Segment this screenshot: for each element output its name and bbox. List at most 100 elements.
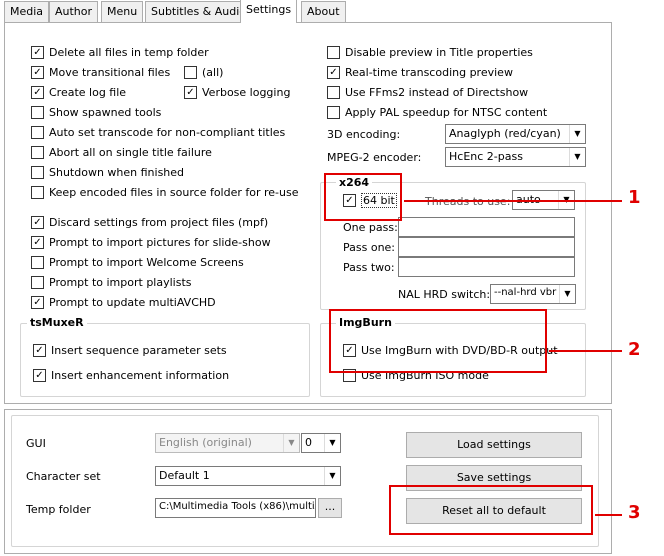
select-gui-number[interactable]: 0 ▼ bbox=[301, 433, 341, 453]
checkbox[interactable] bbox=[31, 186, 44, 199]
option-delete-temp[interactable]: ✓ Delete all files in temp folder bbox=[31, 45, 209, 60]
checkbox[interactable]: ✓ bbox=[33, 369, 46, 382]
option-label: Use FFms2 instead of Directshow bbox=[345, 86, 529, 99]
select-3d-encoding[interactable]: Anaglyph (red/cyan) ▼ bbox=[445, 124, 586, 144]
option-label: Delete all files in temp folder bbox=[49, 46, 209, 59]
option-discard-settings[interactable]: ✓ Discard settings from project files (mp… bbox=[31, 215, 268, 230]
select-nal-hrd[interactable]: --nal-hrd vbr ▼ bbox=[490, 284, 576, 304]
checkbox[interactable]: ✓ bbox=[31, 236, 44, 249]
browse-button[interactable]: ... bbox=[318, 498, 342, 518]
checkbox[interactable] bbox=[31, 256, 44, 269]
option-prompt-welcome[interactable]: Prompt to import Welcome Screens bbox=[31, 255, 244, 270]
chevron-down-icon[interactable]: ▼ bbox=[569, 125, 585, 143]
callout-number-2: 2 bbox=[628, 339, 641, 360]
checkbox[interactable]: ✓ bbox=[327, 66, 340, 79]
option-label: Prompt to import pictures for slide-show bbox=[49, 236, 271, 249]
option-prompt-playlists[interactable]: Prompt to import playlists bbox=[31, 275, 192, 290]
chevron-down-icon[interactable]: ▼ bbox=[569, 148, 585, 166]
label-pass-one: Pass one: bbox=[343, 241, 396, 254]
checkbox[interactable]: ✓ bbox=[31, 46, 44, 59]
temp-folder-field[interactable]: C:\Multimedia Tools (x86)\multiA bbox=[155, 498, 316, 518]
option-label: Show spawned tools bbox=[49, 106, 162, 119]
select-value: --nal-hrd vbr bbox=[494, 287, 557, 298]
option-insert-sei[interactable]: ✓ Insert enhancement information bbox=[33, 368, 229, 383]
option-label: Verbose logging bbox=[202, 86, 291, 99]
select-value: English (original) bbox=[159, 436, 252, 449]
callout-number-1: 1 bbox=[628, 187, 641, 208]
option-disable-preview[interactable]: Disable preview in Title properties bbox=[327, 45, 533, 60]
callout-number-3: 3 bbox=[628, 502, 641, 523]
option-abort-all[interactable]: Abort all on single title failure bbox=[31, 145, 212, 160]
tsmuxer-group-title: tsMuxeR bbox=[27, 316, 87, 329]
option-label: Insert enhancement information bbox=[51, 369, 230, 382]
select-value: Default 1 bbox=[159, 469, 210, 482]
option-show-spawned[interactable]: Show spawned tools bbox=[31, 105, 161, 120]
select-value: Anaglyph (red/cyan) bbox=[449, 127, 561, 140]
tab-menu[interactable]: Menu bbox=[101, 1, 144, 22]
checkbox[interactable]: ✓ bbox=[31, 66, 44, 79]
option-label: Move transitional files bbox=[49, 66, 171, 79]
tsmuxer-group bbox=[20, 323, 310, 397]
tab-settings[interactable]: Settings bbox=[240, 0, 298, 23]
option-label: Keep encoded files in source folder for … bbox=[49, 186, 299, 199]
option-label: Prompt to import playlists bbox=[49, 276, 192, 289]
checkbox[interactable]: ✓ bbox=[184, 86, 197, 99]
checkbox[interactable] bbox=[184, 66, 197, 79]
option-realtime-preview[interactable]: ✓ Real-time transcoding preview bbox=[327, 65, 513, 80]
option-label: Insert sequence parameter sets bbox=[51, 344, 227, 357]
checkbox[interactable]: ✓ bbox=[31, 216, 44, 229]
chevron-down-icon[interactable]: ▼ bbox=[559, 285, 575, 303]
select-mpeg2-encoder[interactable]: HcEnc 2-pass ▼ bbox=[445, 147, 586, 167]
select-gui-language[interactable]: English (original) ▼ bbox=[155, 433, 300, 453]
label-pass-two: Pass two: bbox=[343, 261, 395, 274]
label-mpeg2-encoder: MPEG-2 encoder: bbox=[327, 151, 422, 164]
option-auto-transcode[interactable]: Auto set transcode for non-compliant tit… bbox=[31, 125, 285, 140]
chevron-down-icon[interactable]: ▼ bbox=[324, 434, 340, 452]
option-label: Real-time transcoding preview bbox=[345, 66, 513, 79]
chevron-down-icon[interactable]: ▼ bbox=[283, 434, 299, 452]
checkbox[interactable] bbox=[327, 86, 340, 99]
label-character-set: Character set bbox=[26, 470, 101, 483]
option-insert-sps[interactable]: ✓ Insert sequence parameter sets bbox=[33, 343, 227, 358]
chevron-down-icon[interactable]: ▼ bbox=[324, 467, 340, 485]
load-settings-button[interactable]: Load settings bbox=[406, 432, 582, 458]
option-prompt-pictures[interactable]: ✓ Prompt to import pictures for slide-sho… bbox=[31, 235, 271, 250]
callout-line-1 bbox=[404, 200, 622, 202]
pass-two-field[interactable] bbox=[398, 257, 575, 277]
option-verbose[interactable]: ✓ Verbose logging bbox=[184, 85, 290, 100]
tab-subtitles-audio[interactable]: Subtitles & Audio bbox=[145, 1, 253, 22]
tab-media[interactable]: Media bbox=[4, 1, 50, 22]
option-label: Abort all on single title failure bbox=[49, 146, 212, 159]
label-one-pass: One pass: bbox=[343, 221, 398, 234]
callout-line-2 bbox=[549, 350, 622, 352]
tab-author[interactable]: Author bbox=[49, 1, 99, 22]
checkbox[interactable]: ✓ bbox=[31, 296, 44, 309]
option-create-log[interactable]: ✓ Create log file bbox=[31, 85, 126, 100]
tab-about[interactable]: About bbox=[301, 1, 346, 22]
pass-one-field[interactable] bbox=[398, 237, 575, 257]
select-character-set[interactable]: Default 1 ▼ bbox=[155, 466, 341, 486]
checkbox[interactable]: ✓ bbox=[33, 344, 46, 357]
option-prompt-update[interactable]: ✓ Prompt to update multiAVCHD bbox=[31, 295, 216, 310]
option-keep-encoded[interactable]: Keep encoded files in source folder for … bbox=[31, 185, 299, 200]
option-move-transitional[interactable]: ✓ Move transitional files bbox=[31, 65, 170, 80]
option-label: Prompt to import Welcome Screens bbox=[49, 256, 244, 269]
checkbox[interactable] bbox=[31, 106, 44, 119]
checkbox[interactable] bbox=[31, 146, 44, 159]
checkbox[interactable] bbox=[327, 46, 340, 59]
option-shutdown[interactable]: Shutdown when finished bbox=[31, 165, 184, 180]
checkbox[interactable] bbox=[31, 126, 44, 139]
option-label: Discard settings from project files (mpf… bbox=[49, 216, 269, 229]
checkbox[interactable] bbox=[31, 276, 44, 289]
checkbox[interactable]: ✓ bbox=[31, 86, 44, 99]
option-label: Apply PAL speedup for NTSC content bbox=[345, 106, 548, 119]
checkbox[interactable] bbox=[327, 106, 340, 119]
option-all[interactable]: (all) bbox=[184, 65, 223, 80]
select-value: 0 bbox=[305, 436, 312, 449]
option-label: Auto set transcode for non-compliant tit… bbox=[49, 126, 286, 139]
callout-box-2 bbox=[329, 309, 547, 373]
option-pal-speedup[interactable]: Apply PAL speedup for NTSC content bbox=[327, 105, 547, 120]
option-ffms2[interactable]: Use FFms2 instead of Directshow bbox=[327, 85, 528, 100]
checkbox[interactable] bbox=[31, 166, 44, 179]
one-pass-field[interactable] bbox=[398, 217, 575, 237]
